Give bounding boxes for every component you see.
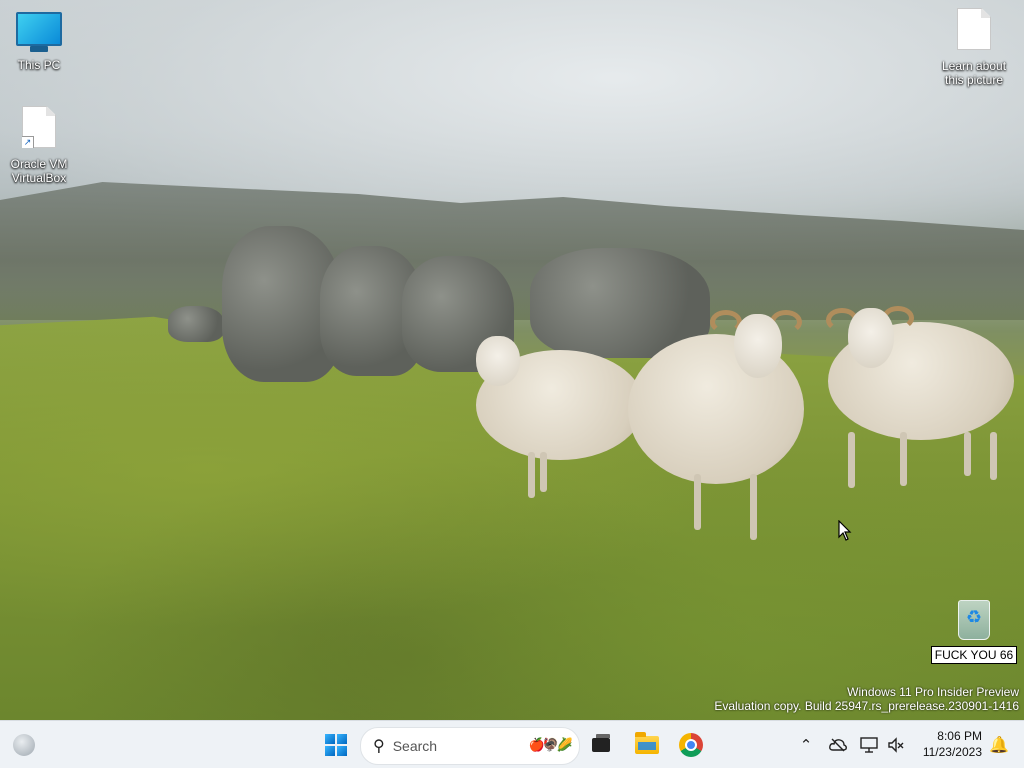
clock-time: 8:06 PM <box>937 729 982 743</box>
network-icon[interactable] <box>856 731 882 759</box>
desktop-icon-this-pc[interactable]: This PC <box>1 12 77 72</box>
watermark-edition: Windows 11 Pro Insider Preview <box>847 685 1019 699</box>
windows-logo-icon <box>325 734 347 756</box>
rock <box>168 306 224 342</box>
chevron-up-icon[interactable]: ⌃ <box>793 731 819 759</box>
chrome-button[interactable] <box>674 727 708 763</box>
file-explorer-button[interactable] <box>630 727 664 763</box>
desktop-wallpaper <box>0 0 1024 720</box>
desktop-icon-recycle-bin[interactable]: ♻ FUCK YOU 66 <box>926 600 1022 664</box>
this-pc-icon <box>16 12 62 52</box>
windows-watermark: Windows 11 Pro Insider Preview Evaluatio… <box>714 685 1019 713</box>
sheep <box>624 304 814 544</box>
recycle-bin-icon: ♻ <box>958 600 990 640</box>
onedrive-offline-icon[interactable] <box>825 731 851 759</box>
widgets-button[interactable] <box>6 727 42 763</box>
task-view-button[interactable] <box>584 727 618 763</box>
document-icon <box>957 8 991 50</box>
search-box[interactable]: ⚲ Search 🍎🦃🌽 <box>360 727 580 765</box>
rename-input[interactable]: FUCK YOU 66 <box>930 646 1018 664</box>
start-button[interactable] <box>318 727 354 763</box>
taskbar: ⚲ Search 🍎🦃🌽 ⌃ 8:06 PM 11/23/2023 🔔 <box>0 720 1024 768</box>
task-view-icon <box>592 734 610 752</box>
weather-icon <box>13 734 35 756</box>
taskbar-clock[interactable]: 8:06 PM 11/23/2023 <box>910 728 982 760</box>
document-shortcut-icon: ↗ <box>22 106 56 148</box>
desktop-icon-oracle-vm-virtualbox[interactable]: ↗ Oracle VM VirtualBox <box>1 106 77 185</box>
notification-bell-icon[interactable]: 🔔 <box>986 731 1012 759</box>
chrome-icon <box>679 733 703 757</box>
watermark-build: Evaluation copy. Build 25947.rs_prerelea… <box>714 699 1019 713</box>
desktop-icon-label: This PC <box>17 58 61 72</box>
sheep <box>824 302 1020 492</box>
volume-muted-icon[interactable] <box>883 731 909 759</box>
folder-icon <box>635 732 659 754</box>
desktop-icon-label: Learn about this picture <box>941 59 1007 87</box>
search-icon: ⚲ <box>373 738 385 755</box>
search-highlight-icon: 🍎🦃🌽 <box>528 737 573 752</box>
clock-date: 11/23/2023 <box>922 745 982 759</box>
shortcut-arrow-icon: ↗ <box>22 136 34 148</box>
sheep <box>470 330 650 500</box>
search-placeholder: Search <box>392 738 438 754</box>
desktop-icon-label: Oracle VM VirtualBox <box>10 157 68 185</box>
desktop-icon-learn-about-this-picture[interactable]: Learn about this picture <box>936 8 1012 87</box>
